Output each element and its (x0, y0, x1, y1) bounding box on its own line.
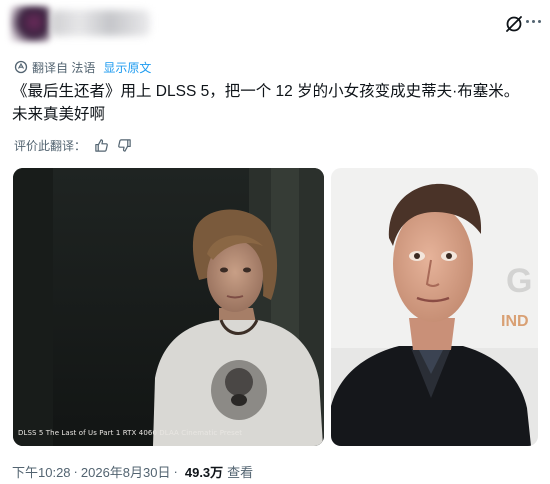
photo-image: G IND (331, 168, 538, 446)
svg-text:IND: IND (501, 313, 529, 330)
tweet-time[interactable]: 下午10:28 (12, 462, 71, 481)
footer-separator: · (73, 463, 78, 479)
footer-separator-2: · (173, 463, 178, 479)
translation-indicator: 翻译自 法语 显示原文 (14, 58, 151, 76)
game-screenshot-image (13, 168, 324, 446)
translate-label: 翻译自 法语 (32, 60, 96, 75)
more-options-icon[interactable] (526, 20, 544, 26)
thumbs-up-icon[interactable] (94, 138, 109, 153)
rate-translation: 评价此翻译： (14, 136, 132, 154)
translate-icon (14, 60, 28, 74)
view-count: 49.3万 (184, 464, 224, 480)
grok-icon[interactable] (504, 14, 524, 34)
tweet-date[interactable]: 2026年8月30日 (81, 462, 171, 481)
media-photo[interactable]: G IND (331, 168, 538, 446)
tweet-text-line-1: 《最后生还者》用上 DLSS 5，把一个 12 岁的小女孩变成史蒂夫·布塞米。 (12, 83, 520, 100)
thumbs-down-icon[interactable] (117, 138, 132, 153)
tweet-header (10, 6, 541, 42)
media-game-screenshot[interactable]: DLSS 5 The Last of Us Part 1 RTX 4060 DL… (13, 168, 324, 446)
author-name-blurred[interactable] (50, 10, 150, 36)
svg-text:G: G (506, 262, 532, 300)
show-original-link[interactable]: 显示原文 (103, 59, 151, 76)
tweet-text: 《最后生还者》用上 DLSS 5，把一个 12 岁的小女孩变成史蒂夫·布塞米。 … (12, 80, 538, 126)
rate-label: 评价此翻译： (14, 138, 87, 153)
tweet-text-line-2: 未来真美好啊 (12, 106, 106, 123)
tweet-footer: 下午10:28 · 2026年8月30日 · 49.3万 查看 (12, 462, 253, 480)
avatar[interactable] (10, 6, 50, 42)
view-label: 查看 (227, 464, 254, 480)
media-caption: DLSS 5 The Last of Us Part 1 RTX 4060 DL… (18, 429, 243, 437)
